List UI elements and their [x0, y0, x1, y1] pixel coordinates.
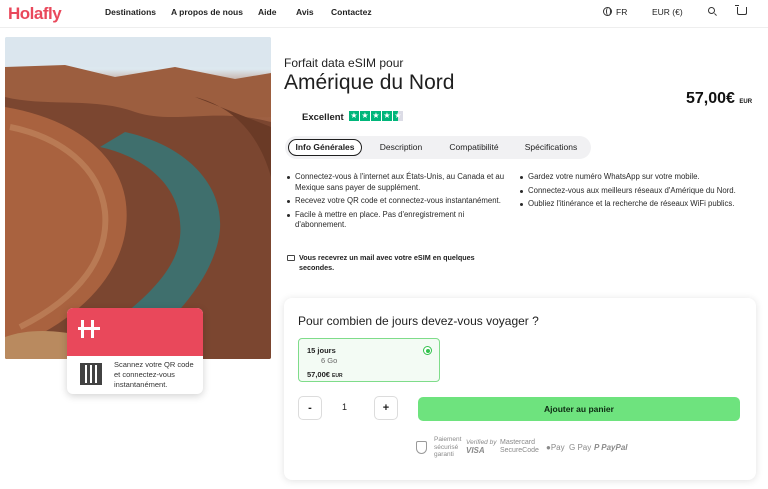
booking-card: Pour combien de jours devez-vous voyager…	[284, 298, 756, 480]
product-tabs: Info Générales Description Compatibilité…	[285, 136, 591, 159]
price-currency: EUR	[739, 99, 753, 105]
quantity-value[interactable]: 1	[342, 402, 347, 412]
mastercard-securecode-logo: Mastercard SecureCode	[500, 439, 539, 455]
holafly-h-icon	[78, 320, 100, 338]
language-selector[interactable]: FR	[616, 7, 627, 17]
shield-icon	[416, 441, 427, 454]
mail-icon	[287, 255, 295, 261]
nav-reviews[interactable]: Avis	[296, 7, 314, 17]
search-icon[interactable]	[708, 7, 715, 14]
option-radio[interactable]	[423, 346, 432, 355]
nav-contact[interactable]: Contactez	[331, 7, 372, 17]
star-icon: ★	[382, 111, 392, 121]
paypal-text: PayPal	[601, 443, 628, 452]
option-days: 15 jours	[307, 346, 336, 355]
feature-item: Oubliez l'itinérance et la recherche de …	[519, 199, 739, 210]
top-header: Holafly Destinations A propos de nous Ai…	[0, 0, 768, 28]
tab-compatibilite[interactable]: Compatibilité	[440, 139, 508, 156]
visa-text: VISA	[466, 446, 485, 455]
half-star-icon: ★	[393, 111, 403, 121]
feature-item: Recevez votre QR code et connectez-vous …	[286, 196, 511, 207]
qr-card-header	[67, 308, 203, 356]
product-price: 57,00€ EUR	[686, 90, 752, 108]
option-data: 6 Go	[321, 356, 338, 365]
apple-pay-logo: ●Pay	[546, 443, 565, 452]
tab-info-generales[interactable]: Info Générales	[288, 139, 362, 156]
feature-item: Connectez-vous à l'internet aux États-Un…	[286, 172, 511, 193]
verified-by-visa-logo: Verified by VISA	[466, 439, 496, 455]
tab-description[interactable]: Description	[371, 139, 431, 156]
option-price-value: 57,00€	[307, 370, 330, 379]
star-icon: ★	[371, 111, 381, 121]
feature-item: Facile à mettre en place. Pas d'enregist…	[286, 210, 511, 231]
secure-payment-line: garanti	[434, 451, 454, 458]
nav-about[interactable]: A propos de nous	[171, 7, 243, 17]
add-to-cart-button[interactable]: Ajouter au panier	[418, 397, 740, 421]
mastercard-text: Mastercard	[500, 439, 536, 446]
feature-item: Gardez votre numéro WhatsApp sur votre m…	[519, 172, 739, 183]
product-subtitle: Forfait data eSIM pour	[284, 56, 404, 70]
star-icon: ★	[349, 111, 359, 121]
booking-question: Pour combien de jours devez-vous voyager…	[298, 314, 539, 328]
plan-option-15-days[interactable]: 15 jours 6 Go 57,00€ EUR	[298, 338, 440, 382]
paypal-logo: P PayPal	[594, 443, 628, 452]
product-title: Amérique du Nord	[284, 71, 455, 94]
qr-promo-card: Scannez votre QR code et connectez-vous …	[67, 308, 203, 394]
rating-label: Excellent	[302, 112, 344, 123]
qr-card-text: Scannez votre QR code et connectez-vous …	[114, 360, 194, 389]
quantity-decrease-button[interactable]: -	[298, 396, 322, 420]
option-price-currency: EUR	[332, 373, 343, 379]
star-icon: ★	[360, 111, 370, 121]
trustpilot-stars[interactable]: ★ ★ ★ ★ ★	[349, 111, 403, 121]
globe-icon[interactable]	[603, 7, 612, 16]
currency-selector[interactable]: EUR (€)	[652, 7, 683, 17]
secure-payment-line: sécurisé	[434, 443, 459, 451]
option-price: 57,00€ EUR	[307, 370, 343, 379]
google-pay-logo: G Pay	[569, 443, 592, 452]
features-left: Connectez-vous à l'internet aux États-Un…	[286, 172, 511, 234]
tab-specifications[interactable]: Spécifications	[515, 139, 587, 156]
feature-item: Connectez-vous aux meilleurs réseaux d'A…	[519, 186, 739, 197]
price-value: 57,00€	[686, 90, 735, 107]
qr-code-icon	[80, 363, 102, 385]
cart-icon[interactable]	[735, 5, 747, 15]
nav-help[interactable]: Aide	[258, 7, 276, 17]
features-right: Gardez votre numéro WhatsApp sur votre m…	[519, 172, 739, 213]
nav-destinations[interactable]: Destinations	[105, 7, 156, 17]
delivery-note-text: Vous recevrez un mail avec votre eSIM en…	[299, 253, 475, 272]
secure-payment-line: Paiement	[434, 436, 462, 443]
securecode-text: SecureCode	[500, 447, 539, 454]
apple-pay-text: Pay	[550, 443, 565, 452]
secure-payment-label: Paiement sécurisé garanti	[434, 436, 461, 459]
quantity-increase-button[interactable]: +	[374, 396, 398, 420]
delivery-note: Vous recevrez un mail avec votre eSIM en…	[287, 253, 497, 272]
holafly-logo[interactable]: Holafly	[8, 4, 62, 24]
